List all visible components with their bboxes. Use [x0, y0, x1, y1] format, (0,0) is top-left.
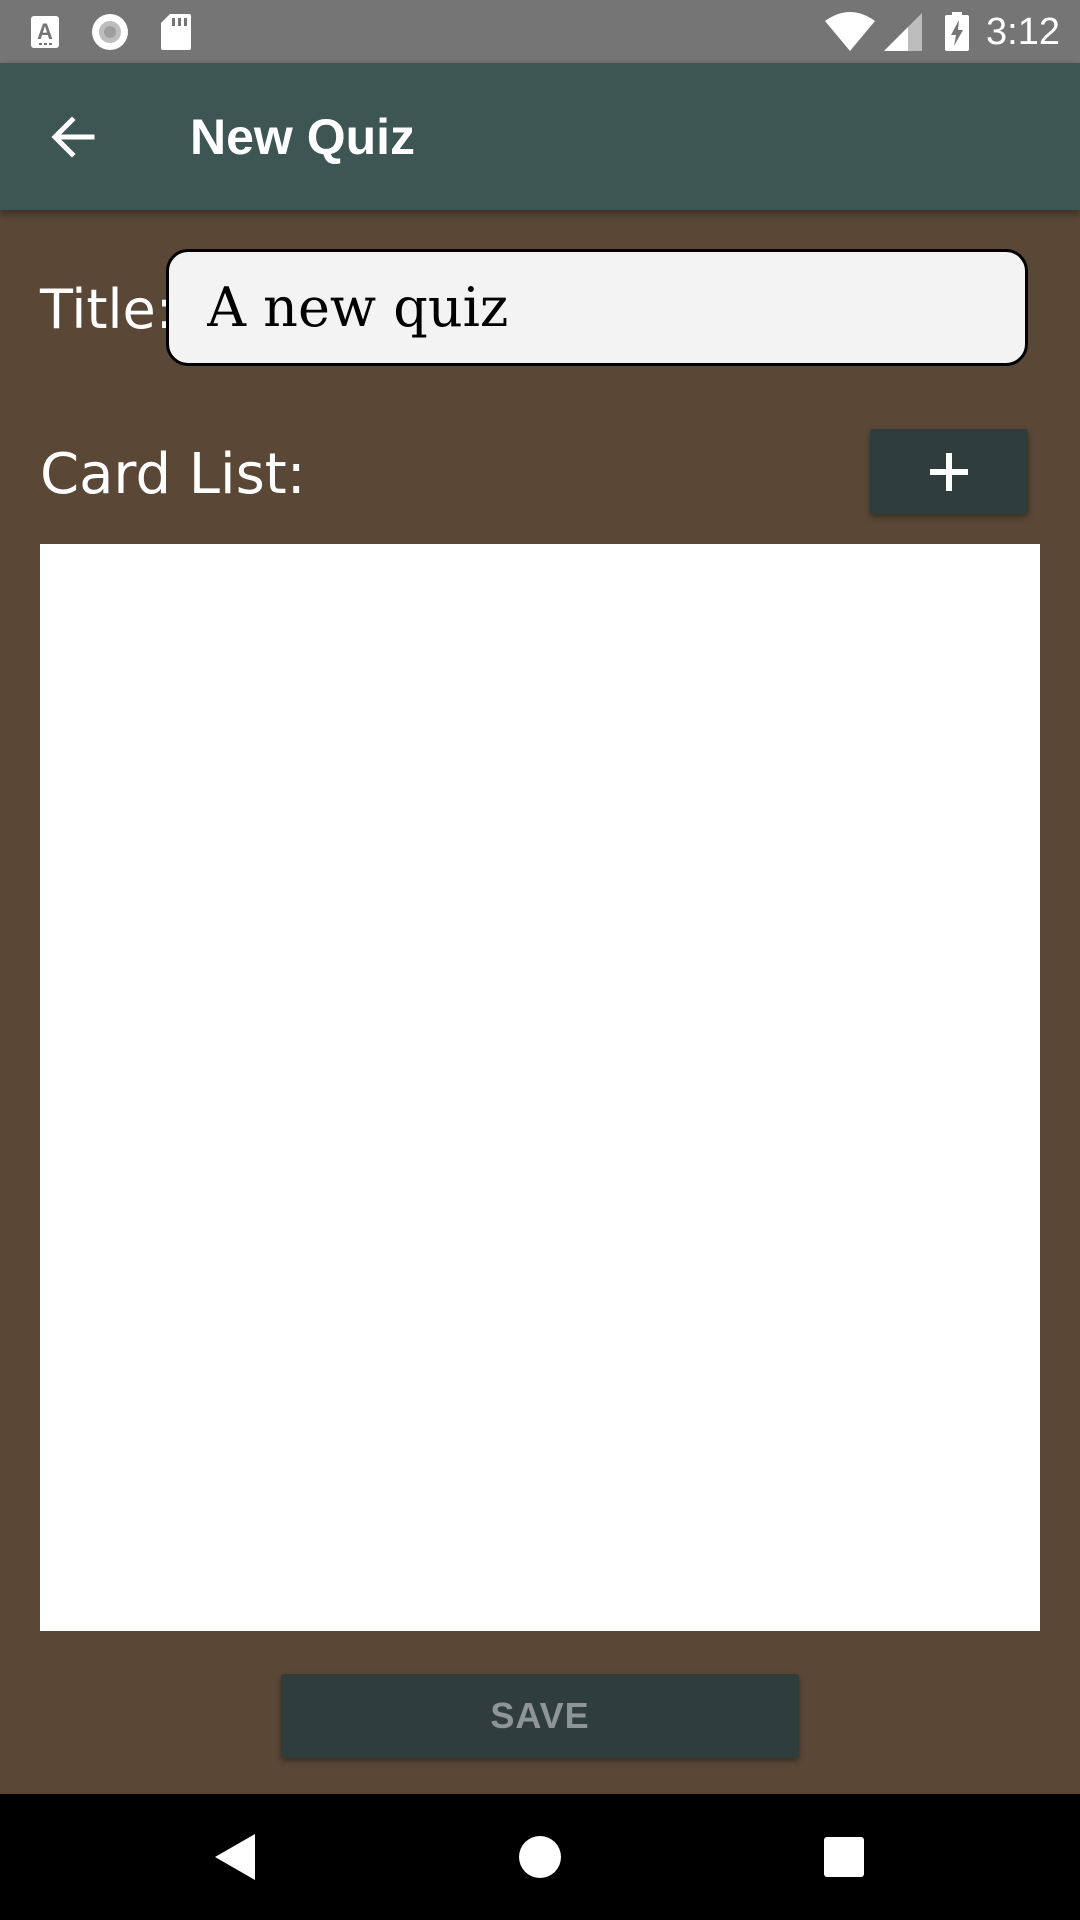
home-circle-icon — [519, 1836, 561, 1878]
save-button[interactable]: SAVE — [281, 1674, 799, 1758]
plus-icon — [930, 452, 968, 491]
nav-recents-button[interactable] — [811, 1824, 877, 1890]
title-input[interactable] — [166, 249, 1028, 366]
recents-square-icon — [824, 1837, 864, 1877]
back-triangle-icon — [215, 1834, 255, 1880]
add-card-button[interactable] — [870, 429, 1028, 514]
status-bar: A 3:12 — [0, 0, 1080, 63]
status-time: 3:12 — [986, 10, 1060, 53]
battery-charging-icon — [945, 12, 970, 51]
accessibility-a-icon: A — [31, 16, 59, 48]
wifi-icon — [825, 12, 876, 51]
title-label: Title: — [40, 278, 174, 341]
status-system-icons: 3:12 — [824, 8, 1060, 56]
page-title: New Quiz — [190, 109, 416, 165]
nav-back-button[interactable] — [202, 1824, 268, 1890]
navigation-bar — [0, 1794, 1080, 1920]
cell-signal-icon — [884, 13, 923, 51]
app-bar: New Quiz — [0, 63, 1080, 210]
arrow-back-icon — [51, 116, 95, 158]
nav-home-button[interactable] — [507, 1824, 573, 1890]
card-list-label: Card List: — [40, 442, 306, 507]
record-circle-icon — [92, 14, 128, 50]
sd-card-icon — [161, 14, 191, 50]
status-notification-icons: A — [30, 12, 192, 52]
back-button[interactable] — [40, 105, 104, 169]
svg-text:A: A — [37, 19, 53, 44]
card-list[interactable] — [40, 544, 1040, 1631]
